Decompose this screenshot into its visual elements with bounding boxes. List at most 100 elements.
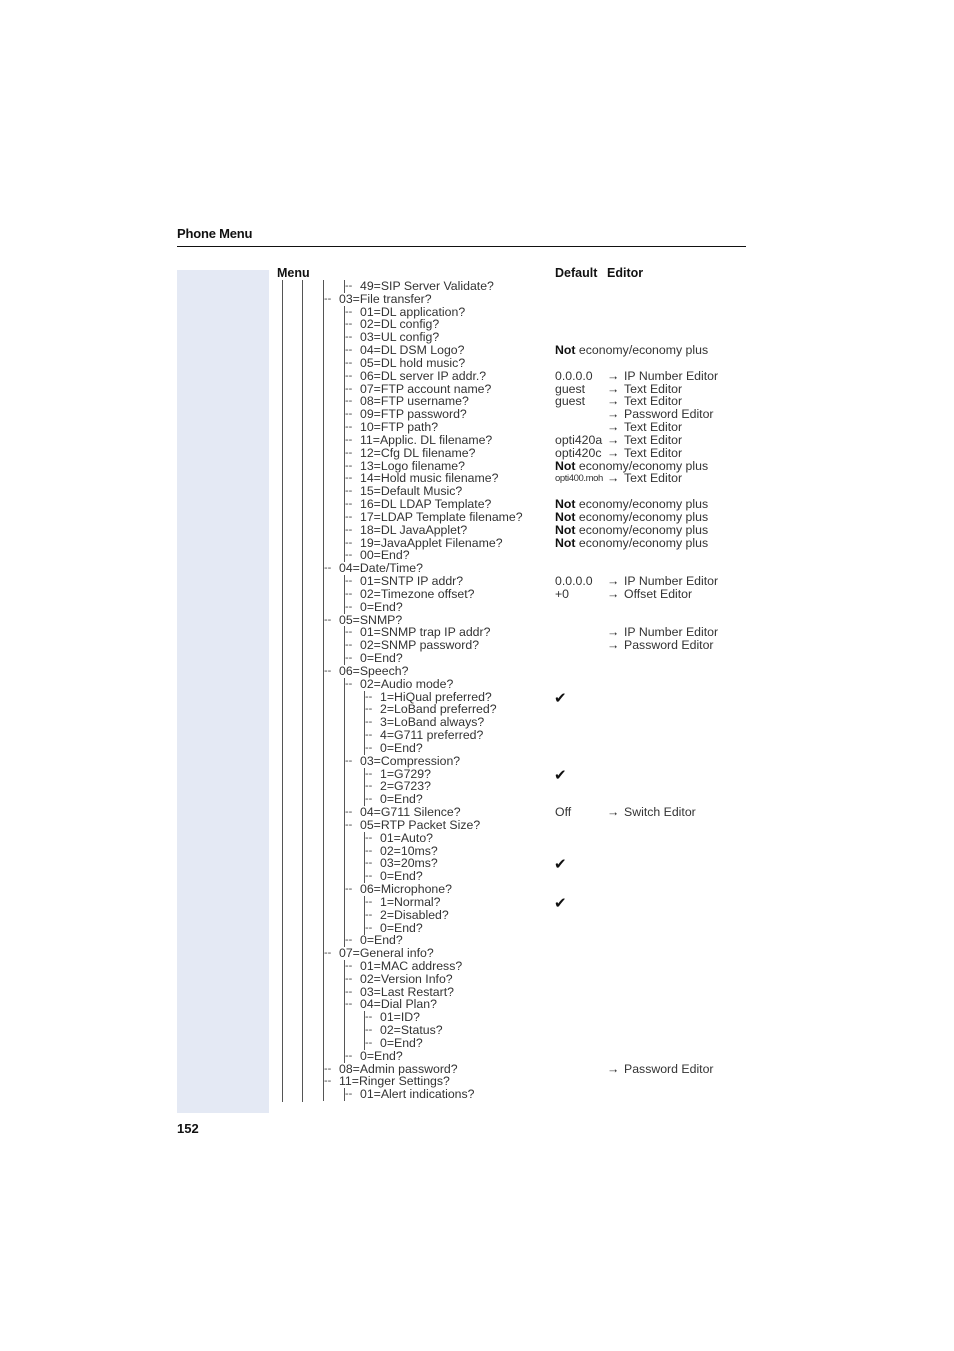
- tree-dash: --: [365, 703, 373, 716]
- menu-item: -- 07=General info?: [0, 947, 954, 961]
- editor-type: → Offset Editor: [607, 587, 692, 601]
- tree-line: [344, 1024, 345, 1038]
- default-value: Not economy/economy plus: [555, 536, 708, 550]
- tree-dash: --: [345, 446, 353, 459]
- menu-item: -- 0=End?: [0, 1048, 954, 1063]
- tree-line: [323, 998, 324, 1012]
- tree-line: [344, 690, 345, 704]
- menu-item: -- 07=FTP account name? guest → Text Editor: [0, 382, 954, 396]
- tree-line: [323, 1088, 324, 1102]
- menu-item: -- 12=Cfg DL filename? opti420c → Text Edito…: [0, 446, 954, 460]
- tree-line: [323, 305, 324, 319]
- tree-line: [344, 716, 345, 730]
- menu-item: -- 11=Ringer Settings?: [0, 1075, 954, 1089]
- menu-item: -- 02=SNMP password? → Password Editor: [0, 639, 954, 653]
- tree-line: [323, 549, 324, 563]
- page-number: 152: [177, 1121, 199, 1136]
- tree-line: [323, 857, 324, 871]
- tree-line: [323, 626, 324, 640]
- menu-item: -- 04=Dial Plan?: [0, 998, 954, 1012]
- arrow-right-icon: →: [607, 805, 620, 820]
- tree-line: [344, 857, 345, 871]
- editor-label: Switch Editor: [624, 805, 696, 820]
- menu-item-label: 02=Timezone offset?: [360, 586, 475, 601]
- tree-line: [323, 498, 324, 512]
- header-rule: [177, 246, 746, 247]
- tree-line: [323, 934, 324, 948]
- tree-line: [323, 716, 324, 730]
- tree-line: [323, 485, 324, 499]
- menu-item: -- 00=End?: [0, 549, 954, 563]
- editor-type: → Text Editor: [607, 472, 682, 485]
- tree-line: [323, 767, 324, 781]
- menu-item: -- 0=End?: [0, 1036, 954, 1050]
- tree-dash: --: [365, 780, 373, 793]
- tree-dash: --: [365, 741, 373, 754]
- menu-item: -- 19=JavaApplet Filename? Not economy/eco…: [0, 536, 954, 550]
- tree-line: [323, 421, 324, 435]
- default-value: +0: [555, 586, 570, 601]
- menu-item: -- 11=Applic. DL filename? opti420a → Text E…: [0, 433, 954, 447]
- column-header-menu: Menu: [277, 266, 310, 280]
- tree-dash: --: [345, 626, 353, 639]
- tree-dash: --: [345, 331, 353, 344]
- tree-line: [323, 433, 324, 447]
- tree-dash: --: [345, 485, 353, 498]
- tree-line: [323, 908, 324, 922]
- tree-dash: --: [365, 1024, 373, 1037]
- menu-item-label: 02=Version Info?: [360, 971, 453, 986]
- menu-item: -- 03=UL config?: [0, 331, 954, 345]
- menu-item-label: 03=File transfer?: [339, 291, 432, 306]
- tree-line: [323, 280, 324, 293]
- tree-dash: --: [345, 1088, 353, 1101]
- menu-item: -- 0=End?: [0, 741, 954, 755]
- tree-line: [323, 331, 324, 345]
- default-value-emphasis: Not: [555, 458, 576, 473]
- tree-dash: --: [345, 356, 353, 369]
- menu-item-label: 0=End?: [360, 1048, 403, 1063]
- tree-line: [344, 844, 345, 858]
- menu-item: -- 01=MAC address?: [0, 959, 954, 973]
- tree-dash: --: [345, 575, 353, 588]
- column-header-editor: Editor: [607, 266, 644, 280]
- tree-line: [323, 729, 324, 743]
- menu-item: -- 03=Last Restart?: [0, 985, 954, 999]
- tree-line: [323, 382, 324, 396]
- tree-line: [344, 767, 345, 781]
- menu-item: -- 01=DL application?: [0, 305, 954, 319]
- tree-line: [323, 780, 324, 794]
- tree-dash: --: [365, 895, 373, 908]
- tree-dash: --: [345, 677, 353, 690]
- menu-item: -- 0=End?: [0, 921, 954, 935]
- tree-dash: --: [324, 1062, 332, 1075]
- tree-line: [323, 959, 324, 973]
- tree-line: [323, 703, 324, 717]
- menu-item: -- 17=LDAP Template filename? Not economy/…: [0, 510, 954, 524]
- tree-line: [323, 523, 324, 537]
- tree-dash: --: [345, 369, 353, 382]
- section-title: Phone Menu: [177, 226, 253, 241]
- tree-dash: --: [345, 382, 353, 395]
- tree-dash: --: [324, 562, 332, 575]
- tree-line: [323, 395, 324, 409]
- tree-line: [323, 575, 324, 589]
- tree-dash: --: [365, 857, 373, 870]
- tree-dash: --: [345, 433, 353, 446]
- tree-dash: --: [345, 421, 353, 434]
- tree-line: [323, 536, 324, 550]
- tree-dash: --: [365, 1011, 373, 1024]
- tree-dash: --: [365, 831, 373, 844]
- default-value-text: +0: [555, 586, 570, 601]
- tree-dash: --: [324, 613, 332, 626]
- tree-line: [323, 600, 324, 614]
- menu-item: -- 02=Status?: [0, 1024, 954, 1038]
- default-value: Off: [555, 806, 571, 819]
- tree-dash: --: [345, 972, 353, 985]
- tree-line: [323, 472, 324, 486]
- menu-item: -- 06=DL server IP addr.? 0.0.0.0 → IP Numbe…: [0, 369, 954, 383]
- menu-item-label: 02=Audio mode?: [360, 676, 454, 691]
- tree-line: [323, 844, 324, 858]
- default-value: guest: [555, 395, 585, 408]
- tree-line: [344, 780, 345, 794]
- tree-dash: --: [345, 498, 353, 511]
